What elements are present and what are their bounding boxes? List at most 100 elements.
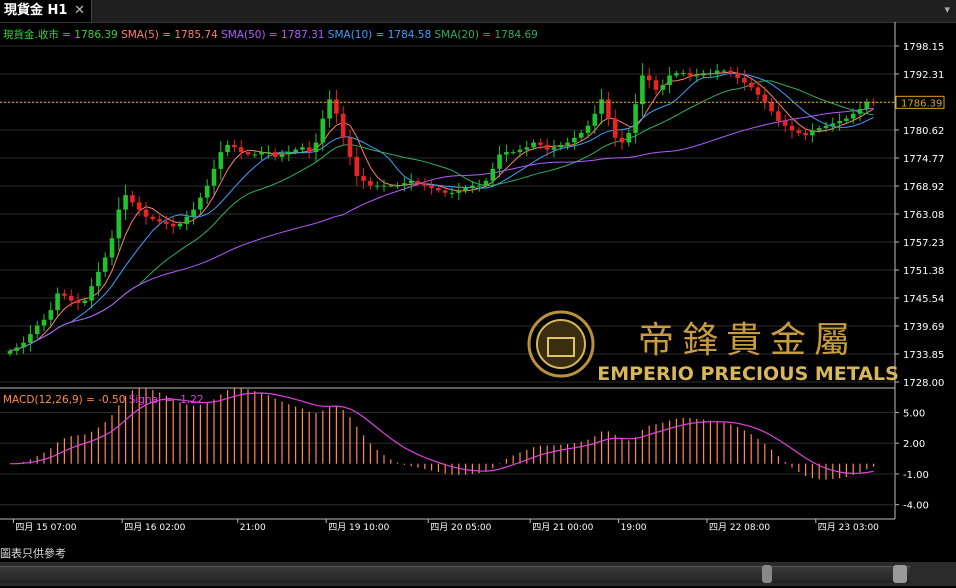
time-tick-label: 四月 16 02:00 — [124, 522, 185, 533]
candle — [82, 300, 88, 303]
candle — [361, 176, 366, 181]
candle — [572, 137, 577, 143]
candle — [429, 185, 434, 189]
candle — [300, 147, 305, 150]
price-tick-label: 1792.31 — [903, 70, 944, 81]
candle — [381, 185, 387, 187]
signal-legend-value: Signal = -1.22 — [129, 394, 204, 406]
candle — [191, 209, 196, 217]
pin-icon[interactable]: ▾ — [944, 3, 950, 16]
candle — [259, 152, 264, 155]
candle — [96, 271, 101, 287]
candle — [626, 132, 632, 143]
candle — [578, 132, 584, 138]
candle — [164, 221, 169, 224]
candle — [89, 286, 94, 301]
candle — [422, 183, 428, 186]
tab-spot-gold-h1[interactable]: 現貨金 H1 ✕ — [0, 0, 92, 22]
candle — [449, 192, 455, 194]
candle — [714, 70, 720, 74]
candle — [796, 130, 802, 133]
candle — [123, 195, 128, 210]
candle — [633, 104, 638, 133]
disclaimer-note: 圖表只供參考 — [0, 547, 66, 560]
price-tick-label: 1733.85 — [903, 350, 944, 361]
candle — [211, 168, 217, 186]
candle — [463, 188, 468, 191]
candle — [198, 197, 203, 210]
price-tick-label: 1745.54 — [903, 294, 944, 305]
candle — [728, 70, 734, 74]
candle — [476, 185, 482, 187]
candle — [68, 295, 74, 301]
candle — [245, 152, 251, 155]
candle — [708, 73, 713, 75]
candle — [701, 73, 706, 76]
price-tick-label: 1780.62 — [903, 126, 944, 137]
candle — [640, 75, 645, 105]
candle — [844, 118, 849, 121]
price-legend-text: 現貨金.收市 = 1786.39 SMA(5) = 1785.74 SMA(50… — [3, 28, 538, 41]
candle — [612, 118, 618, 138]
candle — [517, 149, 523, 153]
candle — [136, 202, 142, 210]
candle — [850, 113, 856, 119]
candle — [14, 347, 20, 351]
legend-item: SMA(10) = 1784.58 — [324, 29, 431, 41]
candle — [544, 144, 550, 150]
close-icon[interactable]: ✕ — [74, 0, 85, 22]
candle — [660, 85, 666, 90]
price-tick-label: 1739.69 — [903, 322, 944, 333]
tab-bar: 現貨金 H1 ✕ ▾ — [0, 0, 956, 23]
chart-scrollbar[interactable] — [0, 562, 956, 586]
candle — [252, 154, 258, 156]
candle — [354, 156, 360, 177]
sma-50-line — [9, 107, 874, 352]
candle — [48, 310, 54, 320]
candle — [504, 152, 509, 155]
price-tick-label: 1763.08 — [903, 210, 944, 221]
candle — [497, 154, 502, 169]
candle — [680, 73, 686, 75]
price-tick-label: 1768.92 — [903, 182, 944, 193]
candle — [803, 132, 808, 136]
candle — [150, 216, 156, 220]
candle — [55, 293, 60, 311]
candle — [592, 113, 598, 126]
candle — [837, 120, 842, 124]
time-tick-label: 19:00 — [621, 523, 647, 533]
candle — [653, 80, 659, 90]
macd-grid — [0, 411, 895, 506]
price-tick-label: 1798.15 — [903, 42, 944, 53]
candle — [524, 147, 530, 150]
watermark-logo: 帝鋒貴金屬EMPERIO PRECIOUS METALS — [527, 310, 899, 385]
candle — [232, 144, 237, 148]
price-tick-label: 1757.23 — [903, 238, 944, 249]
legend-item: SMA(50) = 1787.31 — [218, 29, 325, 41]
candle — [334, 99, 339, 114]
candle — [816, 128, 822, 131]
candle — [177, 223, 183, 227]
candle — [306, 147, 312, 153]
tab-label: 現貨金 H1 — [4, 3, 68, 18]
candle — [538, 142, 543, 145]
scroll-range-handle[interactable] — [762, 565, 772, 583]
candle — [130, 195, 135, 203]
candle — [62, 293, 67, 296]
candle — [218, 152, 224, 169]
candle — [402, 183, 407, 186]
candle — [436, 188, 441, 191]
candle — [551, 147, 557, 150]
candle — [286, 152, 292, 155]
time-tick-label: 四月 15 07:00 — [15, 522, 76, 533]
candle — [789, 125, 795, 131]
candle — [293, 149, 298, 153]
scroll-track[interactable] — [0, 566, 910, 583]
candle — [735, 73, 740, 78]
candle — [619, 137, 625, 143]
candle — [415, 180, 421, 184]
candle — [585, 125, 591, 133]
watermark-inner — [536, 319, 586, 369]
scroll-thumb[interactable] — [893, 565, 907, 583]
candle — [340, 113, 346, 138]
